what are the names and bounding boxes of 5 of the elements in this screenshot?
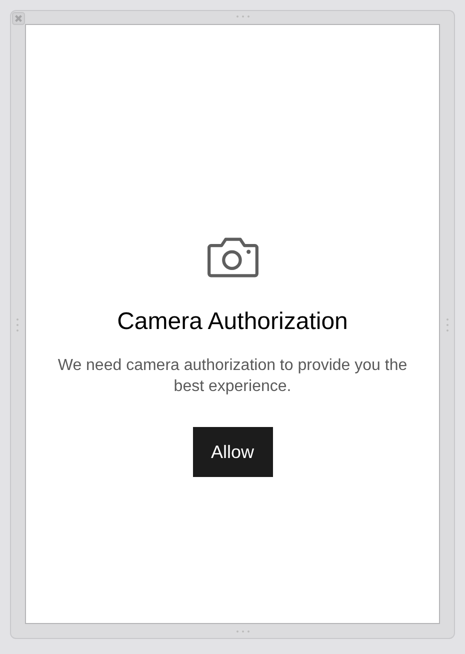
allow-button[interactable]: Allow (192, 427, 272, 477)
camera-icon (206, 236, 258, 278)
dialog-message: We need camera authorization to provide you the best experience. (56, 356, 408, 397)
close-icon[interactable] (12, 12, 25, 25)
dialog-title: Camera Authorization (117, 308, 348, 336)
